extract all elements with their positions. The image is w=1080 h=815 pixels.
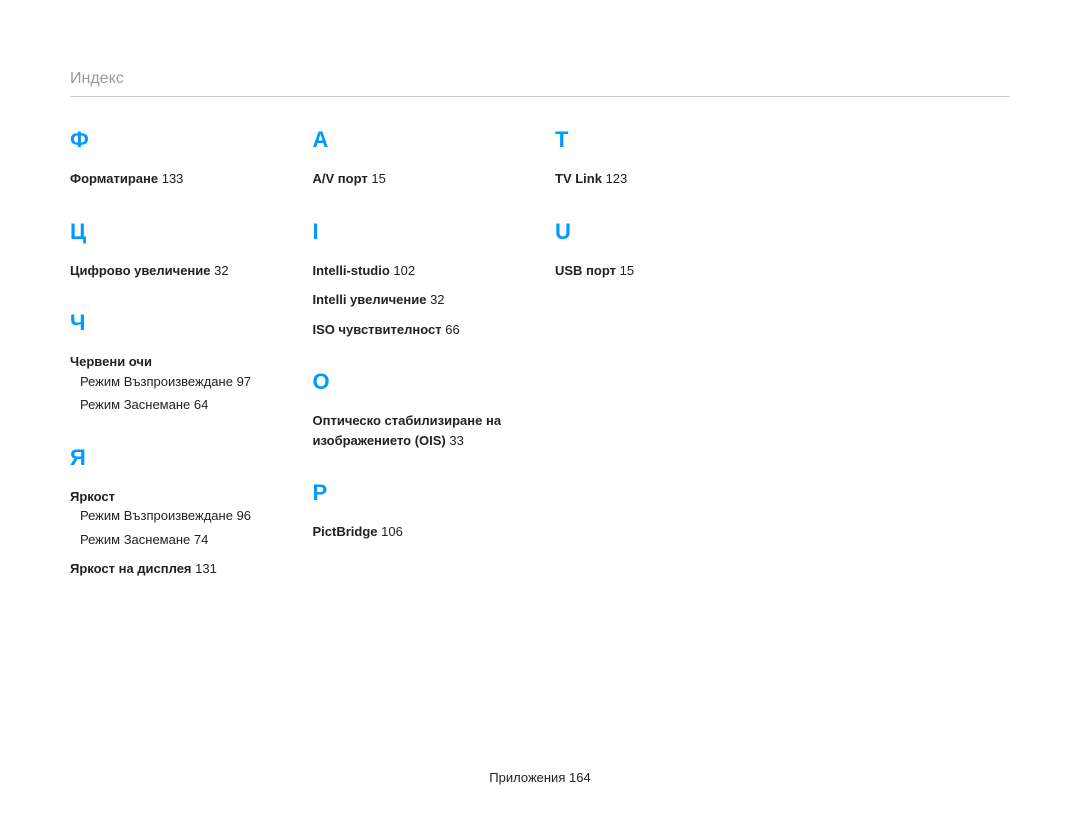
index-column-1: Ф Форматиране 133 Ц Цифрово увеличение 3… xyxy=(70,127,283,609)
index-section: Я Яркост Режим Възпроизвеждане 96 Режим … xyxy=(70,445,283,579)
sub-entry-page: 74 xyxy=(194,532,208,547)
entry-page-num: 32 xyxy=(430,292,444,307)
section-letter: U xyxy=(555,219,768,245)
entry-page-num: 123 xyxy=(606,171,628,186)
sub-entry-label: Режим Заснемане xyxy=(80,397,190,412)
index-column-2: A A/V порт 15 I Intelli-studio 102 Intel… xyxy=(313,127,526,609)
section-letter: Я xyxy=(70,445,283,471)
index-section: T TV Link 123 xyxy=(555,127,768,189)
index-entry: Червени очи Режим Възпроизвеждане 97 Реж… xyxy=(70,352,283,415)
index-entry[interactable]: Intelli-studio 102 xyxy=(313,261,526,281)
entry-title: ISO чувствителност xyxy=(313,322,442,337)
entry-title: Оптическо стабилизиране на изображението… xyxy=(313,413,502,448)
entry-page-num: 133 xyxy=(162,171,184,186)
section-letter: T xyxy=(555,127,768,153)
section-letter: A xyxy=(313,127,526,153)
entry-title: Intelli увеличение xyxy=(313,292,427,307)
footer-page: 164 xyxy=(569,770,591,785)
entry-title: Червени очи xyxy=(70,352,283,372)
index-entry[interactable]: PictBridge 106 xyxy=(313,522,526,542)
page-footer: Приложения 164 xyxy=(0,770,1080,785)
section-letter: Ф xyxy=(70,127,283,153)
footer-label: Приложения xyxy=(489,770,565,785)
page-header: Индекс xyxy=(70,70,1010,97)
sub-entry[interactable]: Режим Заснемане 64 xyxy=(80,395,283,415)
index-entry[interactable]: Оптическо стабилизиране на изображението… xyxy=(313,411,526,450)
section-letter: O xyxy=(313,369,526,395)
index-section: O Оптическо стабилизиране на изображение… xyxy=(313,369,526,450)
index-entry[interactable]: USB порт 15 xyxy=(555,261,768,281)
index-entry[interactable]: Яркост на дисплея 131 xyxy=(70,559,283,579)
index-section: A A/V порт 15 xyxy=(313,127,526,189)
entry-page-num: 32 xyxy=(214,263,228,278)
section-letter: P xyxy=(313,480,526,506)
entry-page-num: 66 xyxy=(445,322,459,337)
entry-title: A/V порт xyxy=(313,171,368,186)
entry-title: Intelli-studio xyxy=(313,263,390,278)
entry-title: Цифрово увеличение xyxy=(70,263,211,278)
section-letter: Ч xyxy=(70,310,283,336)
entry-title: Форматиране xyxy=(70,171,158,186)
entry-page-num: 15 xyxy=(371,171,385,186)
index-entry[interactable]: Форматиране 133 xyxy=(70,169,283,189)
sub-entry[interactable]: Режим Възпроизвеждане 96 xyxy=(80,506,283,526)
entry-title: Яркост на дисплея xyxy=(70,561,192,576)
sub-entry[interactable]: Режим Възпроизвеждане 97 xyxy=(80,372,283,392)
index-section: Ч Червени очи Режим Възпроизвеждане 97 Р… xyxy=(70,310,283,415)
entry-title: Яркост xyxy=(70,487,283,507)
index-entry: Яркост Режим Възпроизвеждане 96 Режим За… xyxy=(70,487,283,550)
entry-page-num: 15 xyxy=(620,263,634,278)
index-entry[interactable]: Intelli увеличение 32 xyxy=(313,290,526,310)
index-entry[interactable]: TV Link 123 xyxy=(555,169,768,189)
index-column-3: T TV Link 123 U USB порт 15 xyxy=(555,127,768,609)
entry-title: USB порт xyxy=(555,263,616,278)
index-entry[interactable]: Цифрово увеличение 32 xyxy=(70,261,283,281)
index-section: U USB порт 15 xyxy=(555,219,768,281)
index-section: Ф Форматиране 133 xyxy=(70,127,283,189)
index-columns: Ф Форматиране 133 Ц Цифрово увеличение 3… xyxy=(70,127,1010,609)
index-section: Ц Цифрово увеличение 32 xyxy=(70,219,283,281)
entry-title: TV Link xyxy=(555,171,602,186)
section-letter: Ц xyxy=(70,219,283,245)
sub-entry-page: 96 xyxy=(237,508,251,523)
sub-entry-label: Режим Заснемане xyxy=(80,532,190,547)
sub-entry-label: Режим Възпроизвеждане xyxy=(80,374,233,389)
index-column-4 xyxy=(798,127,1011,609)
index-section: I Intelli-studio 102 Intelli увеличение … xyxy=(313,219,526,340)
sub-entry-page: 97 xyxy=(237,374,251,389)
sub-entry-label: Режим Възпроизвеждане xyxy=(80,508,233,523)
sub-entry[interactable]: Режим Заснемане 74 xyxy=(80,530,283,550)
section-letter: I xyxy=(313,219,526,245)
entry-title: PictBridge xyxy=(313,524,378,539)
entry-page-num: 106 xyxy=(381,524,403,539)
entry-page-num: 33 xyxy=(449,433,463,448)
sub-entry-page: 64 xyxy=(194,397,208,412)
index-entry[interactable]: ISO чувствителност 66 xyxy=(313,320,526,340)
entry-page-num: 102 xyxy=(393,263,415,278)
index-entry[interactable]: A/V порт 15 xyxy=(313,169,526,189)
entry-page-num: 131 xyxy=(195,561,217,576)
index-section: P PictBridge 106 xyxy=(313,480,526,542)
